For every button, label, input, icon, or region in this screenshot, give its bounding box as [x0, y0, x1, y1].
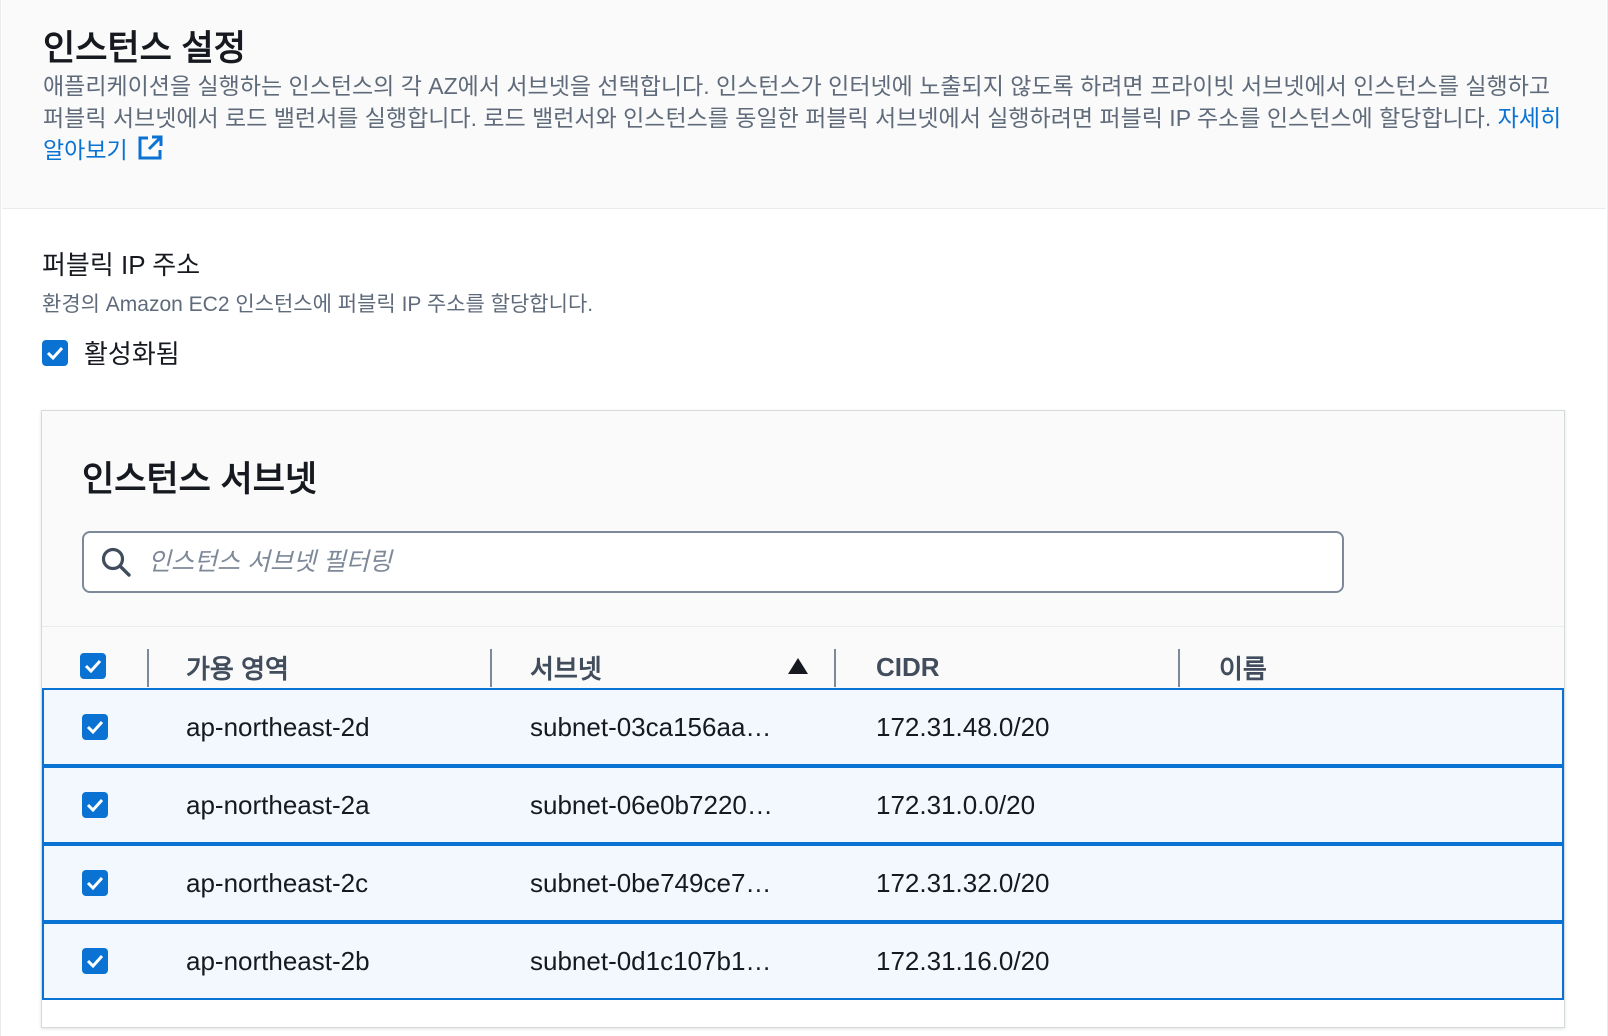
checkmark-icon	[86, 954, 104, 968]
cell-az: ap-northeast-2b	[186, 945, 370, 976]
table-row[interactable]: ap-northeast-2a subnet-06e0b7220… 172.31…	[42, 766, 1564, 844]
subnets-table-header: 인스턴스 서브넷	[42, 411, 1564, 626]
table-row[interactable]: ap-northeast-2c subnet-0be749ce7… 172.31…	[42, 844, 1564, 922]
checkmark-icon	[46, 346, 64, 360]
cell-subnet: subnet-0d1c107b1…	[530, 945, 772, 976]
cell-subnet: subnet-0be749ce7…	[530, 867, 772, 898]
public-ip-label: 퍼블릭 IP 주소	[42, 250, 201, 280]
section-description: 애플리케이션을 실행하는 인스턴스의 각 AZ에서 서브넷을 선택합니다. 인스…	[43, 70, 1563, 170]
column-divider[interactable]	[1178, 649, 1180, 687]
description-text: 애플리케이션을 실행하는 인스턴스의 각 AZ에서 서브넷을 선택합니다. 인스…	[43, 73, 1551, 131]
row-checkbox[interactable]	[82, 714, 108, 740]
column-divider[interactable]	[834, 649, 836, 687]
column-divider[interactable]	[147, 649, 149, 687]
cell-cidr: 172.31.32.0/20	[876, 867, 1050, 898]
search-icon	[100, 546, 132, 578]
checkmark-icon	[84, 659, 102, 673]
cell-cidr: 172.31.0.0/20	[876, 789, 1036, 820]
table-row[interactable]: ap-northeast-2b subnet-0d1c107b1… 172.31…	[42, 922, 1564, 1000]
public-ip-checkbox-label[interactable]: 활성화됨	[84, 334, 180, 371]
select-all-checkbox[interactable]	[80, 653, 106, 679]
public-ip-description: 환경의 Amazon EC2 인스턴스에 퍼블릭 IP 주소를 할당합니다.	[42, 293, 594, 316]
cell-subnet: subnet-06e0b7220…	[530, 789, 773, 820]
cell-az: ap-northeast-2d	[186, 711, 370, 742]
cell-cidr: 172.31.16.0/20	[876, 945, 1050, 976]
section-header: 인스턴스 설정 애플리케이션을 실행하는 인스턴스의 각 AZ에서 서브넷을 선…	[2, 0, 1606, 209]
section-title: 인스턴스 설정	[43, 29, 246, 68]
sort-ascending-icon[interactable]	[787, 657, 809, 680]
column-divider[interactable]	[490, 649, 492, 687]
checkmark-icon	[86, 720, 104, 734]
checkmark-icon	[86, 798, 104, 812]
table-row[interactable]: ap-northeast-2d subnet-03ca156aa… 172.31…	[42, 688, 1564, 766]
subnets-table-container: 인스턴스 서브넷 가용 영역 서브넷 CIDR 이름	[41, 410, 1565, 1028]
checkmark-icon	[86, 876, 104, 890]
external-link-icon	[136, 134, 164, 170]
subnet-filter-input[interactable]	[146, 546, 1300, 578]
subnet-filter[interactable]	[82, 531, 1344, 593]
cell-subnet: subnet-03ca156aa…	[530, 711, 772, 742]
row-checkbox[interactable]	[82, 792, 108, 818]
cell-az: ap-northeast-2c	[186, 867, 369, 898]
row-checkbox[interactable]	[82, 948, 108, 974]
cell-cidr: 172.31.48.0/20	[876, 711, 1050, 742]
public-ip-checkbox[interactable]	[42, 339, 68, 366]
cell-az: ap-northeast-2a	[186, 789, 370, 820]
row-checkbox[interactable]	[82, 870, 108, 896]
subnets-title: 인스턴스 서브넷	[82, 460, 318, 499]
public-ip-toggle-row[interactable]: 활성화됨	[42, 334, 180, 371]
instance-settings-panel: 인스턴스 설정 애플리케이션을 실행하는 인스턴스의 각 AZ에서 서브넷을 선…	[0, 0, 1608, 1036]
